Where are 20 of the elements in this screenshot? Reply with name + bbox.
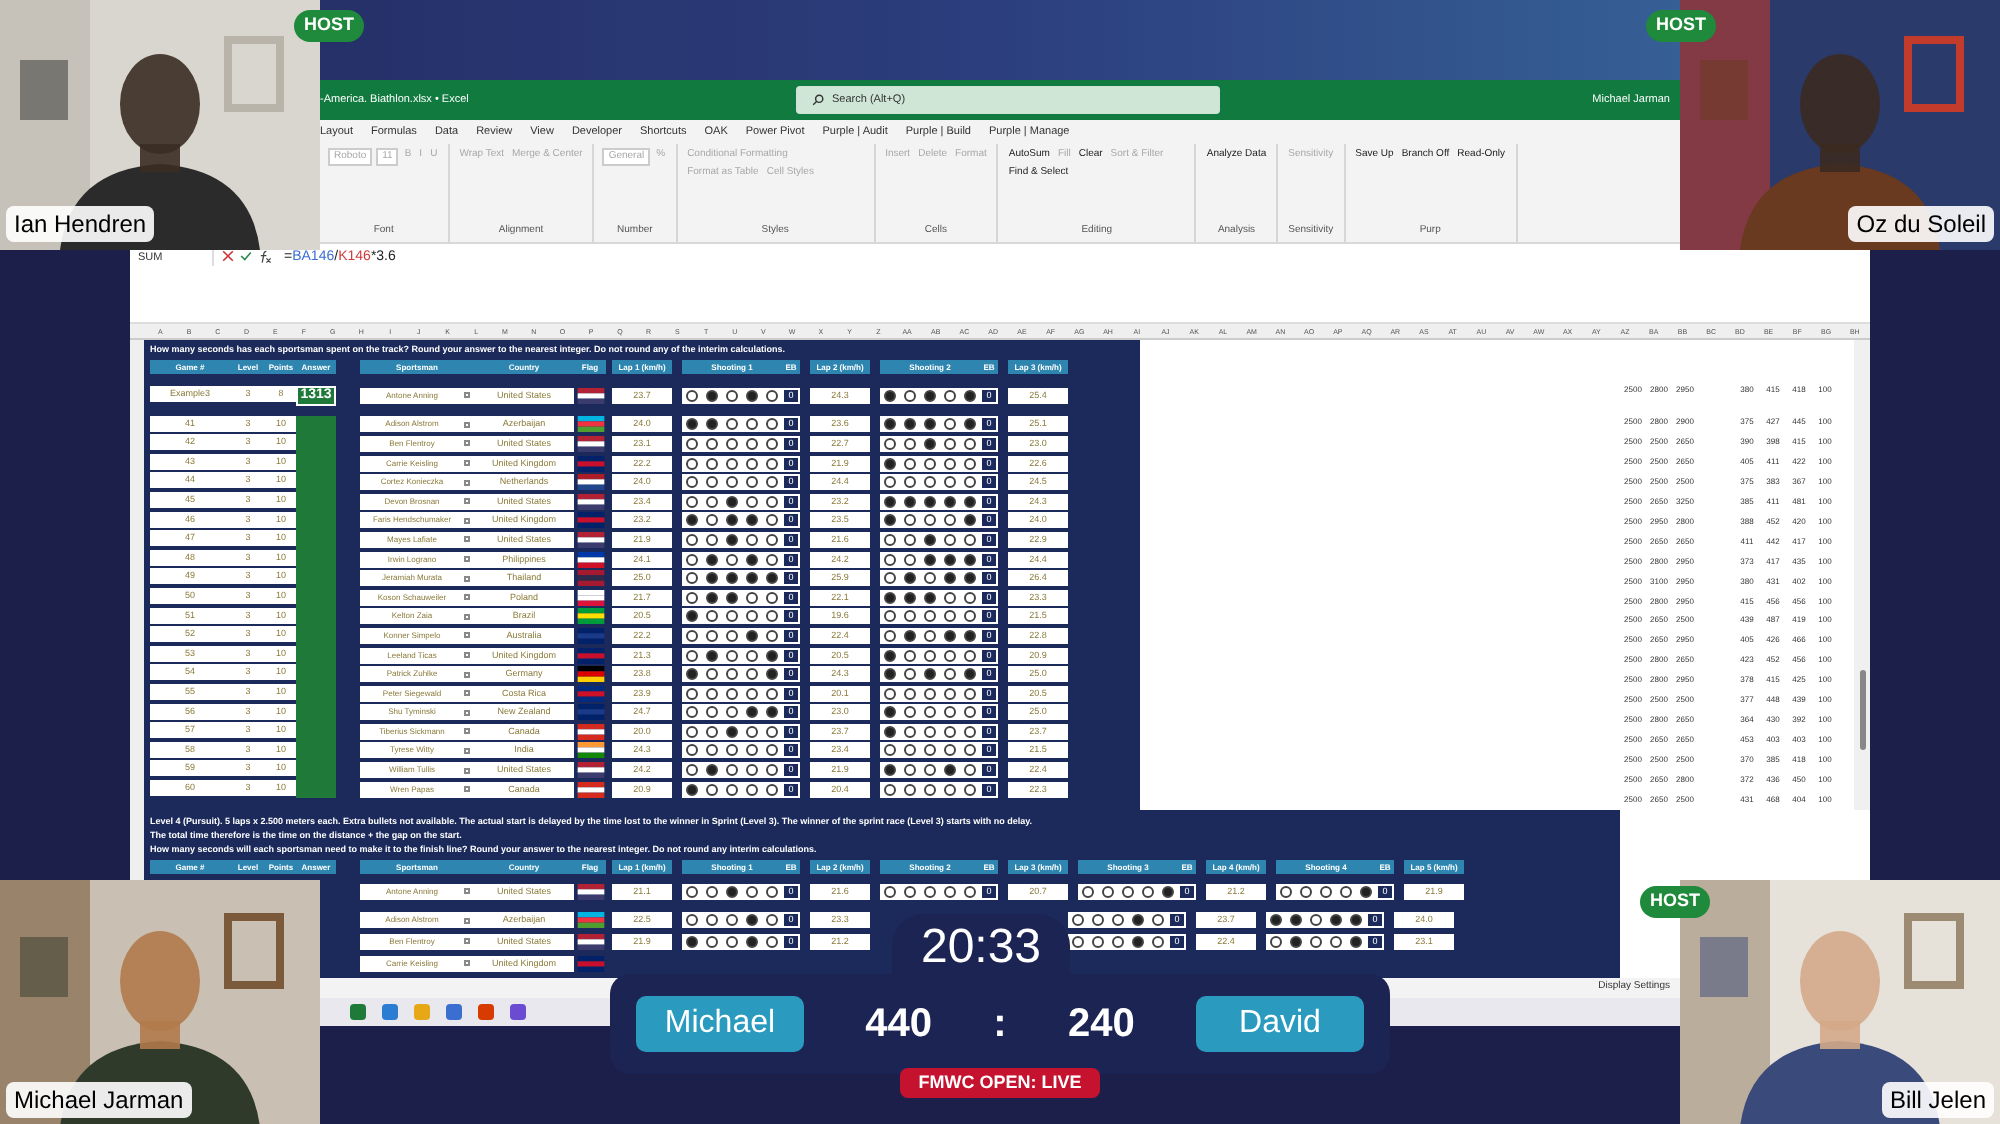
answer-cell — [296, 415, 336, 435]
function-icon[interactable] — [258, 250, 272, 264]
participant-name: Michael Jarman — [6, 1082, 192, 1118]
search-icon — [812, 94, 824, 106]
check-icon[interactable] — [240, 250, 252, 262]
participant-name: Bill Jelen — [1881, 1082, 1994, 1118]
host-badge: HOST — [1640, 886, 1711, 917]
player-score: 240 — [1065, 1000, 1137, 1050]
participant-name: Oz du Soleil — [1848, 206, 1994, 242]
player-name-tag: Michael — [636, 996, 804, 1052]
host-badge: HOST — [294, 10, 365, 41]
score-separator: : — [993, 1000, 1007, 1050]
participant-name: Ian Hendren — [6, 206, 155, 242]
player-name-tag: David — [1195, 996, 1364, 1052]
cancel-icon[interactable] — [222, 250, 234, 262]
player-score: 440 — [863, 1000, 935, 1050]
answer-cell — [296, 779, 336, 799]
host-badge: HOST — [1646, 10, 1717, 41]
vertical-scrollbar[interactable] — [1854, 340, 1870, 810]
live-banner: FMWC OPEN: LIVE — [900, 1068, 1100, 1098]
